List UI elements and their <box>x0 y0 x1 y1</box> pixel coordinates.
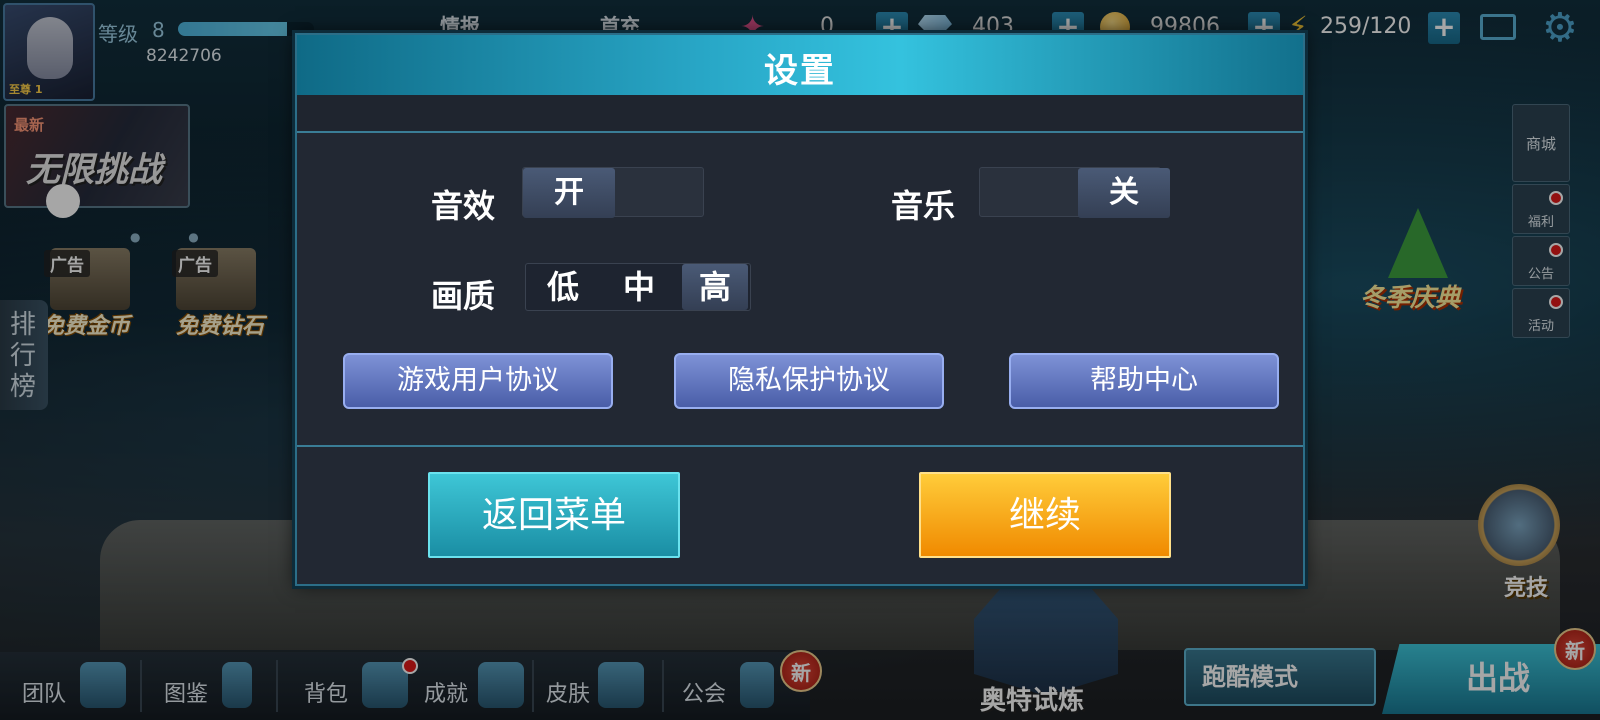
back-to-menu-button[interactable]: 返回菜单 <box>428 472 680 558</box>
header-band <box>297 95 1303 133</box>
dialog-title: 设置 <box>764 51 836 91</box>
settings-dialog: 设置 音效 开 音乐 关 画质 低 中 高 游戏用户协议 隐私保护协议 帮助中心… <box>295 33 1305 586</box>
help-center-button[interactable]: 帮助中心 <box>1009 353 1279 409</box>
footer-divider <box>297 445 1303 447</box>
sound-effects-on-knob[interactable]: 开 <box>523 168 615 218</box>
music-off-knob[interactable]: 关 <box>1078 168 1170 218</box>
quality-label: 画质 <box>431 277 496 315</box>
quality-medium-option[interactable]: 中 <box>606 264 672 310</box>
music-toggle[interactable]: 关 <box>979 167 1170 218</box>
quality-low-option[interactable]: 低 <box>530 264 596 310</box>
quality-selector[interactable]: 低 中 高 <box>525 263 751 311</box>
sound-effects-toggle[interactable]: 开 <box>522 167 704 218</box>
user-agreement-button[interactable]: 游戏用户协议 <box>343 353 613 409</box>
privacy-agreement-button[interactable]: 隐私保护协议 <box>674 353 944 409</box>
sound-effects-label: 音效 <box>431 187 496 225</box>
continue-button[interactable]: 继续 <box>919 472 1171 558</box>
quality-high-option[interactable]: 高 <box>682 264 748 310</box>
music-label: 音乐 <box>891 187 956 225</box>
